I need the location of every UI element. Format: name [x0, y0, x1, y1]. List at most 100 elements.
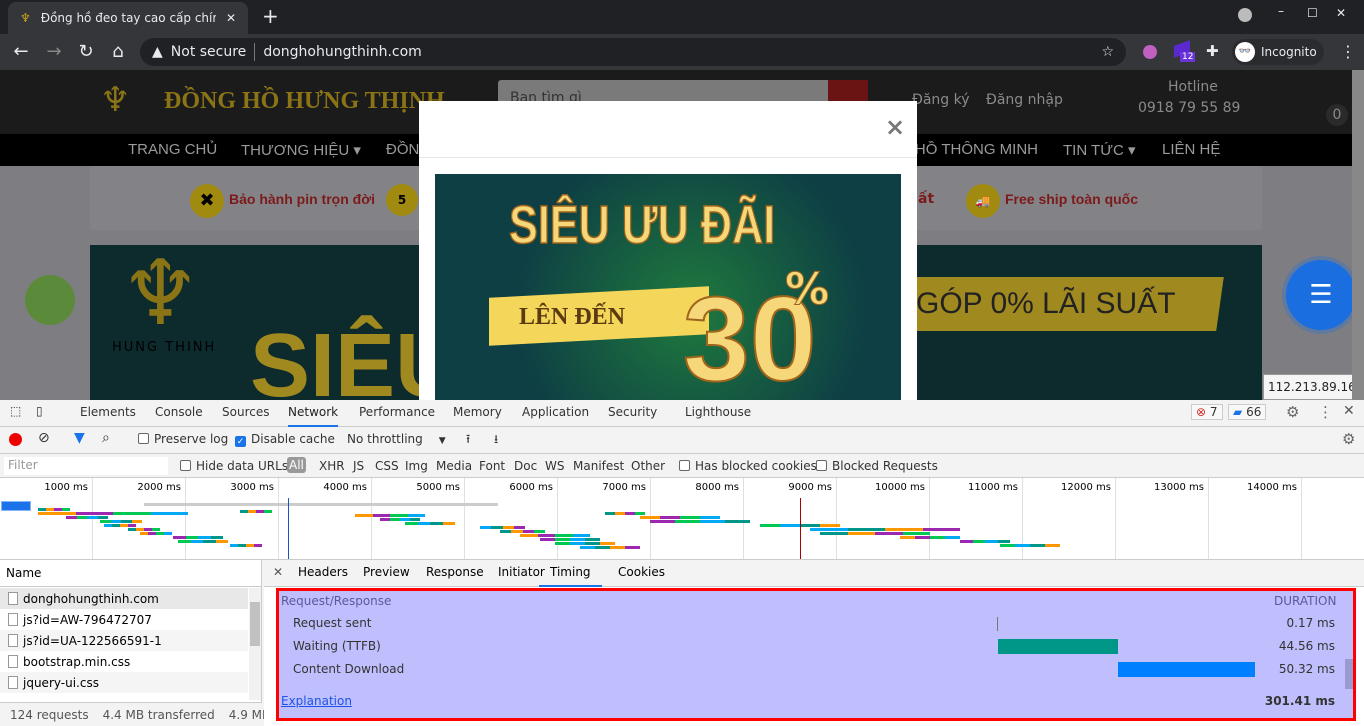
type-other[interactable]: Other: [631, 459, 665, 473]
tab-headers[interactable]: Headers: [298, 565, 348, 579]
import-har-icon[interactable]: ⭱: [466, 430, 470, 451]
url-text[interactable]: donghohungthinh.com: [263, 44, 422, 60]
promo-freeship: Free ship toàn quốc: [1005, 191, 1139, 207]
device-toolbar-icon[interactable]: ▯: [36, 404, 43, 418]
login-link[interactable]: Đăng nhập: [986, 92, 1063, 108]
type-doc[interactable]: Doc: [514, 459, 537, 473]
type-css[interactable]: CSS: [375, 459, 399, 473]
throttling-select[interactable]: No throttling ▼: [347, 432, 446, 446]
has-blocked-cookies-checkbox[interactable]: Has blocked cookies: [679, 459, 817, 473]
network-settings-icon[interactable]: ⚙: [1342, 430, 1355, 448]
extension-icon[interactable]: [1143, 45, 1157, 59]
tab-application[interactable]: Application: [522, 405, 589, 419]
browser-tab[interactable]: ♆ Đồng hồ đeo tay cao cấp chính hãng ✕: [8, 2, 248, 34]
blocked-requests-checkbox[interactable]: Blocked Requests: [816, 459, 938, 473]
name-column-header[interactable]: Name: [0, 560, 262, 587]
nav-home[interactable]: TRANG CHỦ: [128, 141, 217, 158]
close-window-icon[interactable]: ✕: [1336, 6, 1346, 20]
timeline-tick: 3000 ms: [186, 478, 279, 559]
cart-count-badge[interactable]: 0: [1326, 104, 1348, 126]
type-xhr[interactable]: XHR: [319, 459, 345, 473]
address-bar[interactable]: ▲ Not secure donghohungthinh.com ☆: [140, 38, 1126, 66]
maximize-icon[interactable]: ☐: [1307, 6, 1318, 20]
waterfall-bar: [66, 516, 77, 519]
tab-elements[interactable]: Elements: [80, 405, 136, 419]
waterfall-bar: [800, 524, 820, 527]
request-row[interactable]: js?id=UA-122566591-1: [0, 630, 248, 651]
tab-preview[interactable]: Preview: [363, 565, 410, 579]
request-row[interactable]: donghohungthinh.com: [0, 588, 248, 609]
errors-counter[interactable]: ⊗ 7: [1191, 404, 1223, 420]
promo-banner-image[interactable]: SIÊU ƯU ĐÃI LÊN ĐẾN 30 %: [435, 174, 901, 400]
hotline-label: Hotline: [1168, 79, 1218, 95]
site-logo-icon[interactable]: ♆: [100, 80, 130, 120]
chat-button[interactable]: ☰: [1286, 260, 1352, 330]
nav-news[interactable]: TIN TỨC ▾: [1063, 141, 1136, 159]
back-icon[interactable]: ←: [9, 40, 33, 64]
disable-cache-checkbox[interactable]: ✓ Disable cache: [235, 432, 335, 447]
page-scrollbar[interactable]: [1352, 70, 1364, 400]
tab-sources[interactable]: Sources: [222, 405, 269, 419]
search-icon[interactable]: ⌕: [102, 430, 110, 446]
tab-cookies[interactable]: Cookies: [618, 565, 665, 579]
request-row[interactable]: bootstrap.min.css: [0, 651, 248, 672]
type-media[interactable]: Media: [436, 459, 472, 473]
type-js[interactable]: JS: [353, 459, 364, 473]
register-link[interactable]: Đăng ký: [912, 92, 970, 108]
more-options-icon[interactable]: ⋮: [1318, 403, 1333, 421]
bookmark-star-icon[interactable]: ☆: [1101, 44, 1114, 60]
hotline-number[interactable]: 0918 79 55 89: [1138, 100, 1240, 116]
request-list-scrollbar[interactable]: [249, 588, 261, 700]
preserve-log-checkbox[interactable]: Preserve log: [138, 432, 228, 446]
request-row[interactable]: jquery-ui.css: [0, 672, 248, 693]
tab-timing[interactable]: Timing: [539, 565, 602, 587]
menu-icon[interactable]: ⋮: [1340, 42, 1356, 61]
messages-counter[interactable]: ▰ 66: [1228, 404, 1267, 420]
green-circle-button[interactable]: [25, 275, 75, 325]
load-event-line: [800, 498, 801, 559]
close-tab-icon[interactable]: ✕: [226, 11, 236, 25]
incognito-profile[interactable]: 👓 Incognito: [1232, 39, 1324, 65]
filter-icon[interactable]: ▼: [74, 430, 85, 446]
tab-memory[interactable]: Memory: [453, 405, 502, 419]
modal-close-button[interactable]: ×: [885, 113, 905, 141]
settings-gear-icon[interactable]: ⚙: [1286, 403, 1299, 421]
inspect-element-icon[interactable]: ⬚: [10, 404, 21, 418]
forward-icon[interactable]: →: [42, 40, 66, 64]
network-overview-waterfall[interactable]: 1000 ms 2000 ms 3000 ms 4000 ms 5000 ms 6000 …: [0, 478, 1364, 560]
filter-input[interactable]: Filter: [4, 457, 168, 475]
explanation-link[interactable]: Explanation: [281, 694, 352, 708]
type-img[interactable]: Img: [405, 459, 428, 473]
request-row[interactable]: js?id=AW-796472707: [0, 609, 248, 630]
tab-search-icon[interactable]: [1238, 8, 1252, 22]
type-ws[interactable]: WS: [545, 459, 564, 473]
new-tab-icon[interactable]: +: [262, 4, 279, 28]
tab-lighthouse[interactable]: Lighthouse: [685, 405, 751, 419]
site-logo-text[interactable]: ĐỒNG HỒ HƯNG THỊNH: [164, 88, 445, 115]
minimize-icon[interactable]: –: [1278, 4, 1284, 18]
nav-contact[interactable]: LIÊN HỆ: [1162, 141, 1220, 158]
tab-performance[interactable]: Performance: [359, 405, 435, 419]
clear-icon[interactable]: ⊘: [38, 430, 50, 446]
type-manifest[interactable]: Manifest: [573, 459, 624, 473]
nav-brands[interactable]: THƯƠNG HIỆU ▾: [241, 141, 361, 159]
export-har-icon[interactable]: ⭳: [494, 430, 498, 451]
tab-security[interactable]: Security: [608, 405, 657, 419]
close-details-icon[interactable]: ✕: [273, 565, 283, 579]
type-all[interactable]: All: [287, 457, 306, 473]
waterfall-bar: [372, 514, 390, 517]
close-devtools-icon[interactable]: ✕: [1343, 403, 1355, 419]
type-font[interactable]: Font: [479, 459, 505, 473]
home-icon[interactable]: ⌂: [106, 40, 130, 64]
tab-console[interactable]: Console: [155, 405, 203, 419]
extensions-puzzle-icon[interactable]: ✚: [1206, 42, 1219, 60]
timing-scrollbar[interactable]: [1345, 659, 1353, 689]
reload-icon[interactable]: ↻: [74, 40, 98, 64]
waterfall-bar: [700, 520, 725, 523]
security-label[interactable]: Not secure: [171, 44, 247, 60]
tab-initiator[interactable]: Initiator: [498, 565, 545, 579]
tab-network[interactable]: Network: [288, 405, 339, 427]
tab-response[interactable]: Response: [426, 565, 484, 579]
hide-data-urls-checkbox[interactable]: Hide data URLs: [180, 459, 288, 473]
record-button[interactable]: [9, 433, 22, 446]
